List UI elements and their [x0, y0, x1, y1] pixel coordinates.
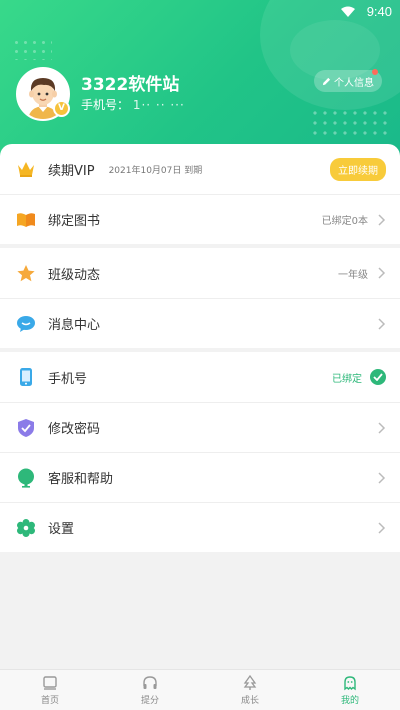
notification-dot	[372, 69, 378, 75]
menu-label: 消息中心	[48, 318, 101, 333]
menu-label: 续期VIP	[48, 163, 95, 179]
tab-improve[interactable]: 提分	[100, 670, 200, 710]
tab-label: 首页	[40, 695, 59, 706]
headphones-icon	[143, 675, 157, 689]
bottom-tab-bar: 首页 提分 成长 我的	[0, 669, 400, 710]
tree-icon	[243, 674, 257, 690]
header-dots-decoration	[310, 108, 390, 138]
menu-item-settings[interactable]: 设置	[0, 502, 400, 552]
tab-growth[interactable]: 成长	[200, 670, 300, 710]
chevron-right-icon	[378, 421, 386, 434]
menu-label: 客服和帮助	[48, 472, 114, 487]
phone-label: 手机号：	[81, 98, 130, 112]
support-icon	[16, 468, 36, 488]
status-time: 9:40	[366, 4, 392, 19]
tab-label: 我的	[340, 695, 359, 706]
personal-info-label: 个人信息	[334, 77, 374, 89]
menu-item-password[interactable]: 修改密码	[0, 402, 400, 452]
menu-item-vip[interactable]: 续期VIP 2021年10月07日 到期 立即续期	[0, 144, 400, 194]
menu-label: 手机号	[48, 371, 88, 387]
vip-badge-icon: V	[53, 100, 70, 117]
chevron-right-icon	[378, 267, 386, 279]
menu-item-class[interactable]: 班级动态 一年级	[0, 248, 400, 298]
menu-label: 班级动态	[48, 267, 101, 283]
tab-label: 提分	[140, 695, 159, 706]
menu-label: 设置	[48, 522, 75, 537]
books-count: 已绑定0本	[321, 216, 368, 227]
tab-home[interactable]: 首页	[0, 670, 100, 710]
gear-icon	[16, 518, 36, 538]
star-icon	[16, 263, 36, 283]
tab-mine[interactable]: 我的	[300, 670, 400, 710]
pencil-icon	[322, 77, 331, 85]
chevron-right-icon	[378, 471, 386, 484]
card-account: 手机号 已绑定 修改密码 客服和帮助 设置	[0, 352, 400, 552]
chevron-right-icon	[378, 521, 386, 534]
class-grade: 一年级	[338, 269, 368, 281]
ghost-user-icon	[344, 675, 356, 690]
chevron-right-icon	[378, 317, 386, 330]
menu-item-support[interactable]: 客服和帮助	[0, 452, 400, 502]
check-icon	[370, 369, 386, 385]
wifi-icon	[341, 6, 355, 21]
profile-header: 9:40 V 3322软件站 手机号： 1·· ·· ··· 个人信息	[0, 0, 400, 165]
crown-icon	[16, 159, 36, 179]
status-bar: 9:40	[0, 0, 400, 24]
phone-bound-status: 已绑定	[332, 373, 362, 385]
menu-item-phone[interactable]: 手机号 已绑定	[0, 352, 400, 402]
book-icon	[16, 210, 36, 230]
user-name: 3322软件站	[81, 75, 180, 95]
tab-label: 成长	[240, 695, 259, 706]
phone-line: 手机号： 1·· ·· ···	[81, 96, 185, 113]
chevron-right-icon	[378, 213, 386, 226]
shield-icon	[16, 418, 36, 438]
header-dots-decoration	[12, 38, 52, 60]
menu-item-books[interactable]: 绑定图书 已绑定0本	[0, 194, 400, 244]
home-book-icon	[43, 675, 57, 690]
message-icon	[16, 314, 36, 334]
menu-label: 绑定图书	[48, 214, 101, 229]
card-class: 班级动态 一年级 消息中心	[0, 248, 400, 348]
personal-info-button[interactable]: 个人信息	[314, 69, 382, 92]
renew-button[interactable]: 立即续期	[330, 157, 386, 181]
card-membership: 续期VIP 2021年10月07日 到期 立即续期 绑定图书 已绑定0本	[0, 144, 400, 244]
phone-icon	[16, 367, 36, 387]
phone-value: 1·· ·· ···	[132, 98, 185, 112]
menu-label: 修改密码	[48, 422, 101, 437]
vip-expiry-date: 2021年10月07日 到期	[108, 165, 203, 176]
menu-item-messages[interactable]: 消息中心	[0, 298, 400, 348]
